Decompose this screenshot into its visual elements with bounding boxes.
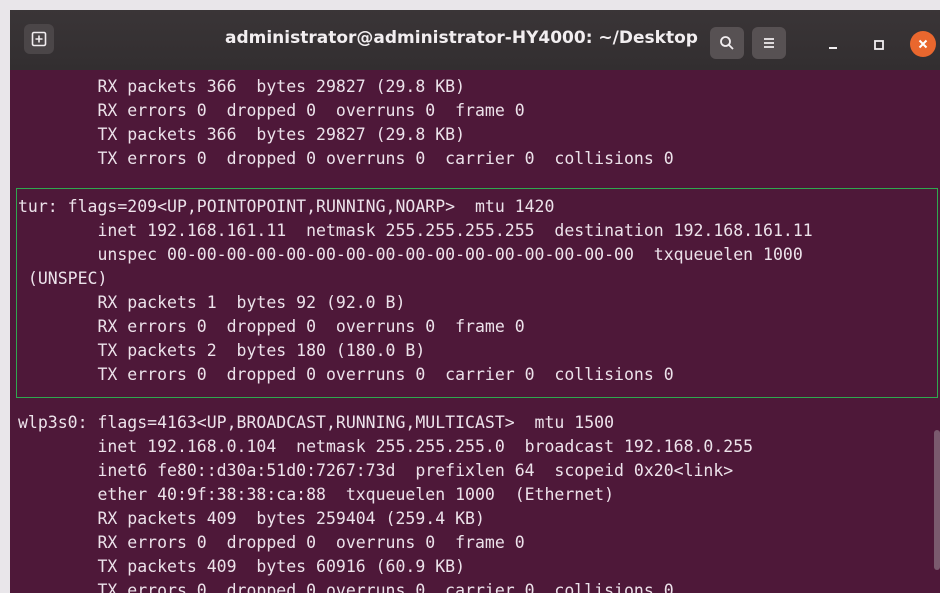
- terminal-line: wlp3s0: flags=4163<UP,BROADCAST,RUNNING,…: [18, 413, 615, 432]
- title-bar[interactable]: administrator@administrator-HY4000: ~/De…: [10, 10, 940, 70]
- maximize-button[interactable]: [868, 34, 890, 56]
- terminal-line: inet 192.168.0.104 netmask 255.255.255.0…: [18, 437, 754, 456]
- close-icon: [918, 39, 928, 49]
- scrollbar[interactable]: [934, 430, 940, 570]
- terminal-line: RX errors 0 dropped 0 overruns 0 frame 0: [18, 533, 525, 552]
- terminal-line: TX errors 0 dropped 0 overruns 0 carrier…: [18, 149, 674, 168]
- new-tab-icon: [31, 31, 47, 47]
- menu-button[interactable]: [752, 27, 786, 59]
- terminal-line: unspec 00-00-00-00-00-00-00-00-00-00-00-…: [18, 245, 803, 264]
- terminal-line: inet6 fe80::d30a:51d0:7267:73d prefixlen…: [18, 461, 734, 480]
- search-button[interactable]: [710, 27, 744, 59]
- terminal-line: RX packets 1 bytes 92 (92.0 B): [18, 293, 406, 312]
- terminal-line: RX errors 0 dropped 0 overruns 0 frame 0: [18, 317, 525, 336]
- terminal-line: RX packets 409 bytes 259404 (259.4 KB): [18, 509, 485, 528]
- terminal-output[interactable]: RX packets 366 bytes 29827 (29.8 KB) RX …: [10, 70, 940, 593]
- terminal-line: tur: flags=209<UP,POINTOPOINT,RUNNING,NO…: [18, 197, 555, 216]
- terminal-line: TX errors 0 dropped 0 overruns 0 carrier…: [18, 365, 674, 384]
- terminal-window: administrator@administrator-HY4000: ~/De…: [10, 10, 940, 593]
- maximize-icon: [874, 40, 884, 50]
- terminal-line: (UNSPEC): [18, 269, 108, 288]
- search-icon: [720, 36, 734, 50]
- new-tab-button[interactable]: [24, 24, 54, 54]
- terminal-line: RX errors 0 dropped 0 overruns 0 frame 0: [18, 101, 525, 120]
- window-title: administrator@administrator-HY4000: ~/De…: [225, 28, 698, 48]
- close-button[interactable]: [910, 31, 936, 57]
- hamburger-menu-icon: [764, 38, 774, 48]
- terminal-line: TX packets 409 bytes 60916 (60.9 KB): [18, 557, 466, 576]
- terminal-line: inet 192.168.161.11 netmask 255.255.255.…: [18, 221, 813, 240]
- terminal-line: TX packets 2 bytes 180 (180.0 B): [18, 341, 426, 360]
- terminal-line: TX errors 0 dropped 0 overruns 0 carrier…: [18, 581, 674, 593]
- terminal-line: ether 40:9f:38:38:ca:88 txqueuelen 1000 …: [18, 485, 615, 504]
- terminal-line: TX packets 366 bytes 29827 (29.8 KB): [18, 125, 466, 144]
- terminal-line: RX packets 366 bytes 29827 (29.8 KB): [18, 77, 466, 96]
- minimize-button[interactable]: [822, 34, 844, 56]
- minimize-icon: [829, 47, 837, 49]
